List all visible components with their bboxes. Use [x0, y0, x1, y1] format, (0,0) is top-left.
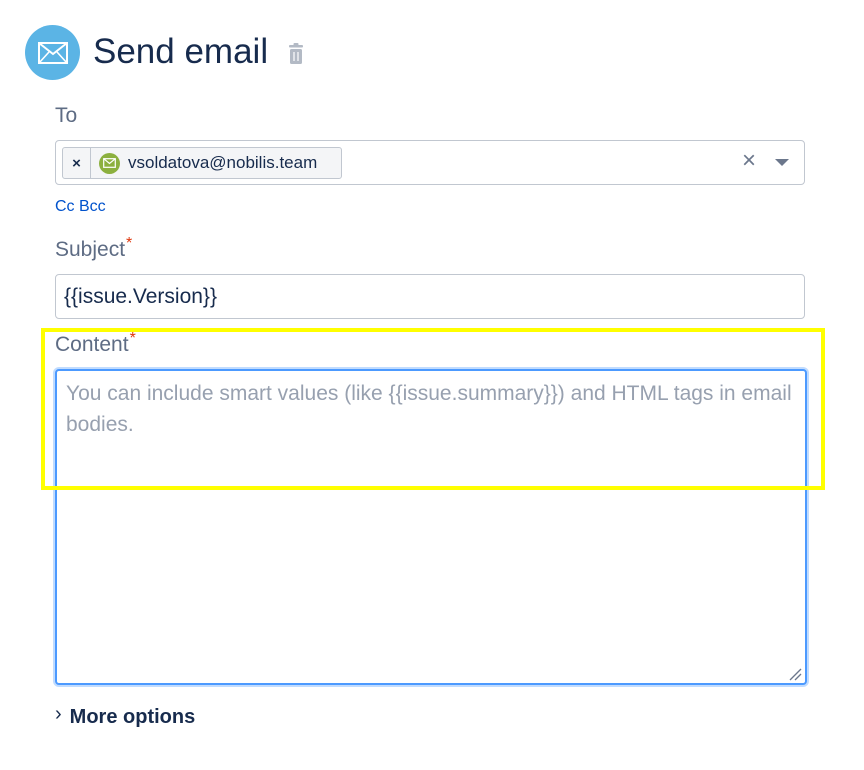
required-marker: *	[129, 330, 136, 347]
recipient-email: vsoldatova@nobilis.team	[128, 153, 318, 172]
envelope-icon	[103, 158, 116, 168]
to-label: To	[55, 104, 78, 127]
envelope-icon	[37, 41, 68, 64]
resize-handle-icon[interactable]	[788, 667, 802, 681]
chevron-right-icon: ›	[55, 703, 62, 725]
chevron-down-icon[interactable]	[775, 159, 789, 166]
send-email-icon	[25, 25, 80, 80]
subject-input[interactable]	[55, 274, 805, 319]
more-options-toggle[interactable]: › More options	[55, 703, 196, 729]
to-field[interactable]: × vsoldatova@nobilis.team ×	[55, 140, 805, 185]
recipient-avatar	[99, 152, 120, 174]
more-options-label: More options	[69, 706, 196, 728]
remove-recipient-button[interactable]: ×	[63, 148, 91, 178]
cc-bcc-link[interactable]: Cc Bcc	[55, 198, 106, 216]
required-marker: *	[126, 235, 133, 252]
content-label: Content*	[55, 330, 136, 357]
page-title: Send email	[93, 32, 269, 71]
subject-label: Subject*	[55, 235, 133, 262]
recipient-chip: × vsoldatova@nobilis.team	[62, 147, 342, 179]
subject-label-text: Subject	[55, 238, 126, 261]
content-textarea[interactable]	[55, 369, 807, 685]
clear-recipients-icon[interactable]: ×	[742, 147, 756, 175]
content-label-text: Content	[55, 333, 129, 356]
trash-icon[interactable]	[287, 43, 305, 65]
